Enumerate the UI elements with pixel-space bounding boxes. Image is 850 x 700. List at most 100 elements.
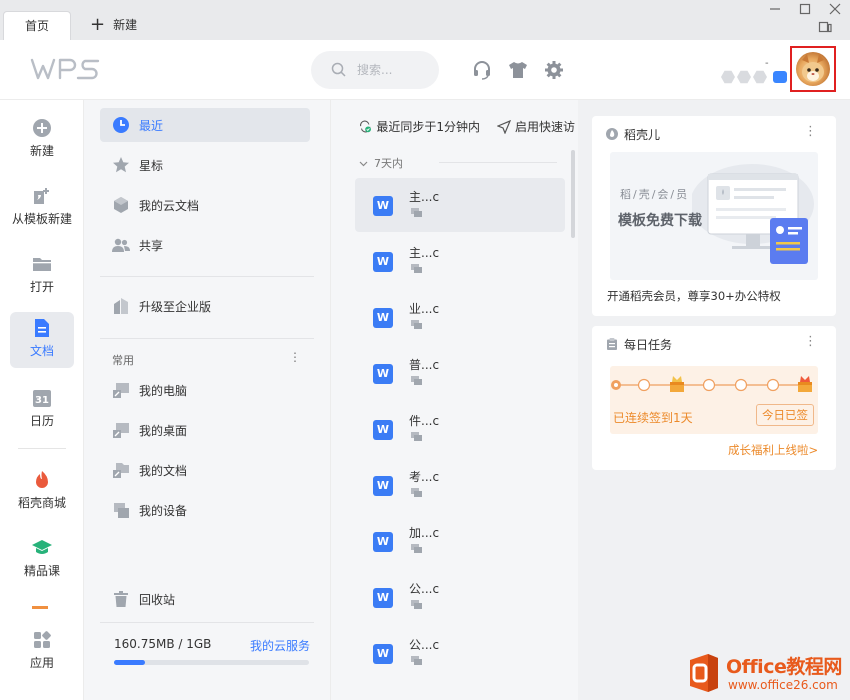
devices-icon bbox=[114, 503, 129, 518]
close-icon[interactable] bbox=[828, 2, 842, 16]
scroll-indicator bbox=[32, 606, 48, 609]
sidebar-item-my-devices[interactable]: 我的设备 bbox=[100, 493, 310, 527]
local-file-icon bbox=[411, 488, 422, 497]
sidebar-item-my-documents[interactable]: 我的文档 bbox=[100, 453, 310, 487]
local-file-icon bbox=[411, 656, 422, 665]
avatar-highlight[interactable] bbox=[790, 46, 836, 92]
check-in-panel: 已连续签到1天 今日已签 bbox=[610, 366, 818, 434]
local-file-icon bbox=[411, 264, 422, 273]
nav-label: 稻壳商城 bbox=[17, 496, 66, 510]
promo-subtitle: 稻/壳/会/员 bbox=[620, 188, 690, 201]
maximize-icon[interactable] bbox=[798, 2, 812, 16]
nav-label: 文档 bbox=[29, 344, 54, 358]
search-input[interactable] bbox=[357, 60, 433, 80]
sidebar-item-starred[interactable]: 星标 bbox=[100, 148, 310, 182]
streak-text: 已连续签到1天 bbox=[613, 411, 693, 425]
nav-documents[interactable]: 文档 bbox=[10, 312, 74, 368]
upgrade-enterprise-button[interactable]: 升级至企业版 bbox=[100, 289, 310, 323]
tab-new[interactable]: + 新建 bbox=[90, 15, 137, 35]
file-name: 加...c bbox=[409, 526, 440, 540]
nav-from-template[interactable]: 从模板新建 bbox=[10, 180, 74, 236]
local-file-icon bbox=[411, 432, 422, 441]
nav-docer-store[interactable]: 稻壳商城 bbox=[10, 464, 74, 520]
docer-promo-banner[interactable]: 稻/壳/会/员 模板免费下载 bbox=[610, 152, 818, 280]
file-list-scrollbar[interactable] bbox=[571, 150, 575, 238]
folder-icon bbox=[33, 258, 51, 271]
writer-file-icon: W bbox=[373, 476, 393, 496]
check-in-progress bbox=[611, 376, 812, 392]
file-row[interactable]: W 公...c bbox=[355, 570, 565, 624]
office-logo bbox=[690, 654, 718, 692]
search-box[interactable] bbox=[311, 51, 439, 89]
file-row[interactable]: W 主...c bbox=[355, 234, 565, 288]
more-icon[interactable]: ⋮ bbox=[289, 350, 301, 364]
file-list-panel: 最近同步于1分钟内 启用快速访 7天内 W 主...c W 主...c W 业.… bbox=[330, 100, 578, 700]
group-heading[interactable]: 7天内 bbox=[359, 155, 403, 171]
sidebar-item-label: 我的文档 bbox=[139, 463, 188, 478]
group-divider bbox=[439, 162, 557, 163]
document-icon bbox=[35, 319, 49, 337]
send-icon bbox=[496, 119, 511, 134]
enable-quick-access[interactable]: 启用快速访 bbox=[496, 118, 575, 135]
minimize-icon[interactable] bbox=[768, 2, 782, 16]
nav-apps[interactable]: 应用 bbox=[10, 624, 74, 680]
sync-status-bar: 最近同步于1分钟内 启用快速访 bbox=[359, 118, 575, 135]
sync-status-text: 最近同步于1分钟内 bbox=[376, 120, 480, 134]
sidebar-item-label: 我的云文档 bbox=[139, 198, 200, 213]
daily-task-card: 每日任务 ⋮ 已连续签到1天 今日已签 成长福利上线啦> bbox=[592, 326, 836, 470]
docer-card: 稻壳儿 ⋮ 稻/壳/会/员 模板免费下载 开通稻壳会员，尊享30+办公特权 bbox=[592, 116, 836, 316]
left-nav: 新建 从模板新建 打开 文档 31 日历 稻壳商城 精品课 应用 bbox=[0, 100, 84, 700]
file-row[interactable]: W 普...c bbox=[355, 346, 565, 400]
sidebar-item-my-computer[interactable]: 我的电脑 bbox=[100, 373, 310, 407]
promo-description[interactable]: 开通稻壳会员，尊享30+办公特权 bbox=[607, 288, 781, 304]
sidebar-item-my-desktop[interactable]: 我的桌面 bbox=[100, 413, 310, 447]
chevron-down-icon bbox=[359, 161, 368, 166]
cat-avatar-icon bbox=[802, 54, 824, 82]
sidebar-item-label: 升级至企业版 bbox=[139, 299, 212, 314]
nav-label: 从模板新建 bbox=[11, 212, 72, 226]
nav-courses[interactable]: 精品课 bbox=[10, 532, 74, 588]
headset-icon[interactable] bbox=[472, 60, 492, 80]
cloud-service-link[interactable]: 我的云服务 bbox=[250, 637, 310, 654]
sidebar-item-cloud-docs[interactable]: 我的云文档 bbox=[100, 188, 310, 222]
star-icon bbox=[113, 157, 129, 173]
skin-icon[interactable] bbox=[508, 60, 528, 80]
nav-open[interactable]: 打开 bbox=[10, 248, 74, 304]
file-name: 主...c bbox=[409, 190, 440, 204]
nav-calendar[interactable]: 31 日历 bbox=[10, 382, 74, 438]
file-row[interactable]: W 考...c bbox=[355, 458, 565, 512]
sidebar-item-shared[interactable]: 共享 bbox=[100, 228, 310, 262]
file-row[interactable]: W 加...c bbox=[355, 514, 565, 568]
calendar-icon: 31 bbox=[33, 390, 51, 407]
right-panel: 稻壳儿 ⋮ 稻/壳/会/员 模板免费下载 开通稻壳会员，尊享30+办公特权 每日… bbox=[578, 100, 850, 700]
more-icon[interactable]: ⋮ bbox=[804, 334, 817, 349]
tab-home[interactable]: 首页 bbox=[3, 11, 71, 41]
sidebar-item-recent[interactable]: 最近 bbox=[100, 108, 310, 142]
more-icon[interactable]: ⋮ bbox=[804, 124, 817, 139]
file-name: 件...c bbox=[409, 414, 440, 428]
file-name: 公...c bbox=[409, 638, 440, 652]
share-icon bbox=[112, 238, 130, 252]
settings-icon[interactable] bbox=[544, 60, 564, 80]
sync-icon bbox=[360, 120, 371, 133]
cloud-doc-icon bbox=[114, 197, 128, 213]
nav-label: 应用 bbox=[29, 656, 54, 670]
file-row[interactable]: W 主...c bbox=[355, 178, 565, 232]
nav-new[interactable]: 新建 bbox=[10, 112, 74, 168]
sidebar-item-trash[interactable]: 回收站 bbox=[100, 582, 310, 616]
storage-usage: 160.75MB / 1GB bbox=[114, 637, 212, 651]
docer-store-icon bbox=[36, 471, 48, 488]
file-row[interactable]: W 件...c bbox=[355, 402, 565, 456]
file-row[interactable]: W 公...c bbox=[355, 626, 565, 680]
checked-in-button[interactable]: 今日已签 bbox=[756, 404, 814, 426]
vip-icon bbox=[773, 71, 787, 83]
sidebar-item-label: 我的桌面 bbox=[139, 423, 188, 438]
file-name: 考...c bbox=[409, 470, 440, 484]
device-icon[interactable] bbox=[818, 20, 832, 34]
file-row[interactable]: W 业...c bbox=[355, 290, 565, 344]
plus-icon: + bbox=[90, 14, 106, 35]
growth-benefits-link[interactable]: 成长福利上线啦> bbox=[728, 442, 818, 458]
badge-icon bbox=[737, 70, 751, 84]
sidebar-item-label: 我的电脑 bbox=[139, 383, 188, 398]
avatar[interactable] bbox=[796, 52, 830, 86]
